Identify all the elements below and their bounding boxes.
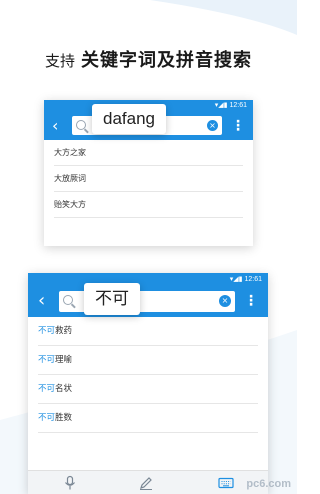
headline-prefix: 支持: [44, 52, 75, 70]
signal-icon: ▾◢▮: [214, 102, 230, 109]
match-highlight: 不可: [38, 326, 56, 336]
match-highlight: 不可: [38, 413, 56, 423]
headline: 支持 关键字词及拼音搜索: [0, 46, 297, 72]
phone-screen-keyword: ▾◢▮ 12:61 ‹ × ⋮ 不可救药 不可理喻 不可名状 不可胜数: [28, 273, 268, 494]
list-item[interactable]: 大放厥词: [54, 166, 243, 192]
result-list: 大方之家 大放厥词 贻笑大方: [44, 140, 253, 218]
watermark: pc6.com: [246, 478, 291, 490]
list-item[interactable]: 大方之家: [54, 140, 243, 166]
match-highlight: 不可: [38, 384, 56, 394]
list-item[interactable]: 不可胜数: [38, 404, 258, 433]
match-highlight: 不可: [38, 355, 56, 365]
app-bar: ‹ × ⋮: [28, 286, 268, 317]
status-time: 12:61: [244, 276, 262, 283]
pen-icon[interactable]: [138, 475, 154, 491]
input-toolbar: [28, 470, 268, 494]
list-item[interactable]: 不可理喻: [38, 346, 258, 375]
list-item[interactable]: 贻笑大方: [54, 192, 243, 218]
headline-main: 关键字词及拼音搜索: [81, 50, 252, 71]
microphone-icon[interactable]: [62, 475, 78, 491]
result-list: 不可救药 不可理喻 不可名状 不可胜数: [28, 317, 268, 433]
query-callout-pinyin: dafang: [92, 104, 166, 134]
search-icon: [63, 295, 73, 305]
back-arrow-icon[interactable]: ‹: [52, 117, 58, 135]
status-bar: ▾◢▮ 12:61: [28, 273, 268, 286]
clear-icon[interactable]: ×: [219, 295, 231, 307]
signal-icon: ▾◢▮: [229, 276, 245, 283]
keyboard-icon[interactable]: [218, 475, 234, 491]
list-item[interactable]: 不可救药: [38, 317, 258, 346]
query-callout-keyword: 不可: [84, 283, 140, 315]
status-time: 12:61: [229, 102, 247, 109]
back-arrow-icon[interactable]: ‹: [38, 292, 45, 310]
more-vertical-icon[interactable]: ⋮: [231, 117, 245, 135]
list-item[interactable]: 不可名状: [38, 375, 258, 404]
match-rest: 理喻: [55, 355, 73, 365]
match-rest: 胜数: [55, 413, 73, 423]
match-rest: 名状: [55, 384, 73, 394]
clear-icon[interactable]: ×: [207, 120, 218, 131]
match-rest: 救药: [55, 326, 73, 336]
more-vertical-icon[interactable]: ⋮: [244, 292, 258, 310]
search-icon: [76, 120, 86, 130]
